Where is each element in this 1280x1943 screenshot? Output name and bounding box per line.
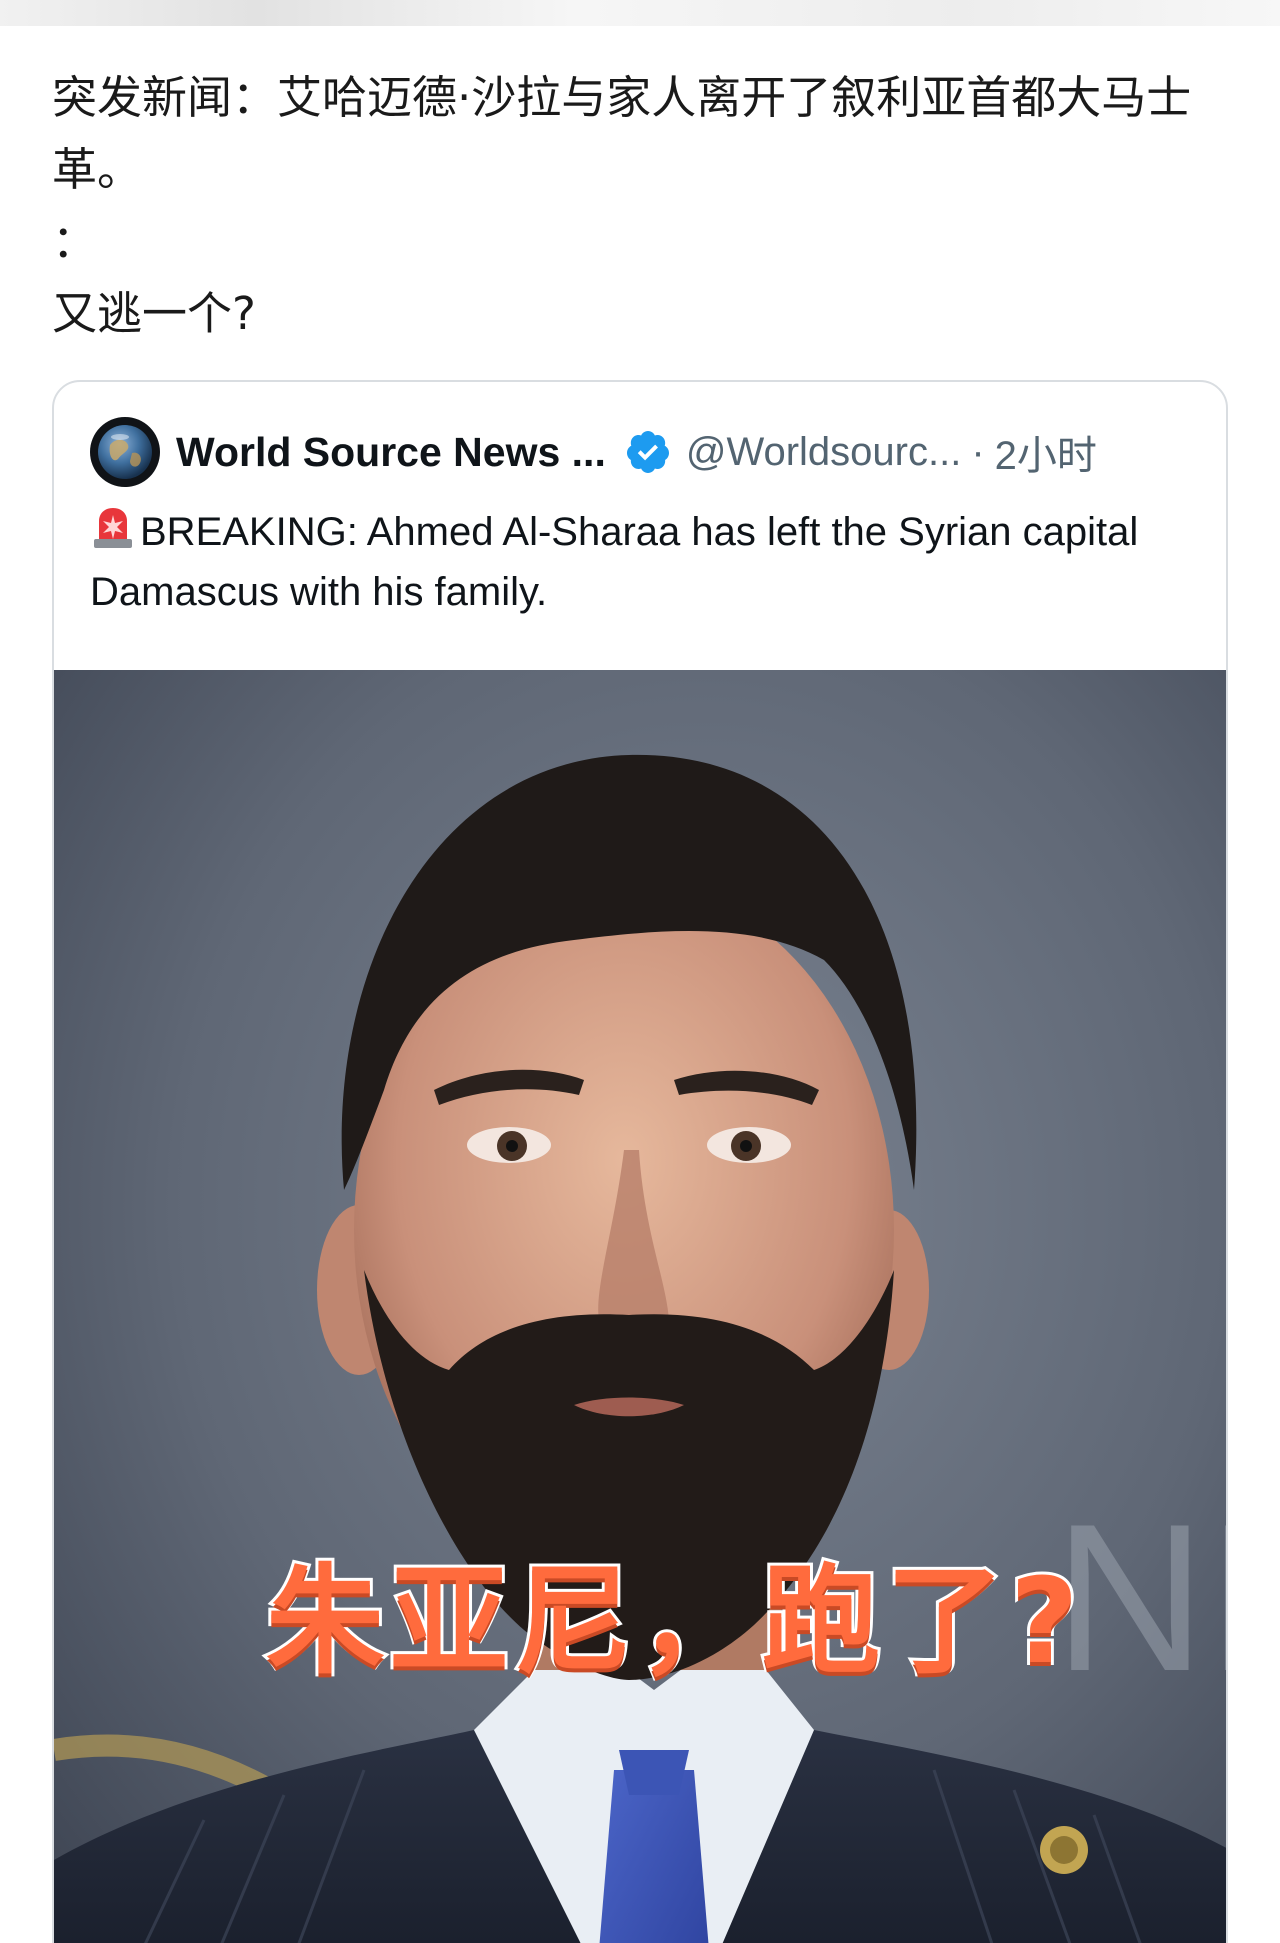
meta-separator: · <box>971 429 985 474</box>
tweet-body-text: BREAKING: Ahmed Al-Sharaa has left the S… <box>90 510 1139 614</box>
tweet-photo[interactable]: NIT <box>54 670 1226 1943</box>
siren-emoji-icon <box>94 508 132 548</box>
quoted-tweet-card[interactable]: World Source News ... @Worldsourc... · 2… <box>52 380 1228 1943</box>
screenshot-page: 突发新闻：艾哈迈德·沙拉与家人离开了叙利亚首都大马士革。 ： 又逃一个? Wor… <box>0 0 1280 1943</box>
quoted-tweet-header: World Source News ... @Worldsourc... · 2… <box>90 417 1200 487</box>
image-caption-overlay: 朱亚尼，跑了? <box>263 1549 1085 1693</box>
post-line-colon: ： <box>52 215 98 268</box>
author-handle[interactable]: @Worldsourc... <box>686 430 962 475</box>
post-line-question: 又逃一个? <box>52 287 256 340</box>
author-avatar[interactable] <box>90 417 160 487</box>
post-time[interactable]: 2小时 <box>995 423 1097 481</box>
quoted-tweet-text: BREAKING: Ahmed Al-Sharaa has left the S… <box>90 502 1190 622</box>
post-body: 突发新闻：艾哈迈德·沙拉与家人离开了叙利亚首都大马士革。 ： 又逃一个? <box>52 62 1242 350</box>
post-line-headline: 突发新闻：艾哈迈德·沙拉与家人离开了叙利亚首都大马士革。 <box>52 71 1192 196</box>
globe-avatar-icon <box>98 425 152 479</box>
portrait-image: NIT <box>54 670 1226 1943</box>
verified-badge-icon <box>626 431 669 473</box>
top-blurred-strip <box>0 0 1280 26</box>
author-name[interactable]: World Source News ... <box>176 429 606 476</box>
